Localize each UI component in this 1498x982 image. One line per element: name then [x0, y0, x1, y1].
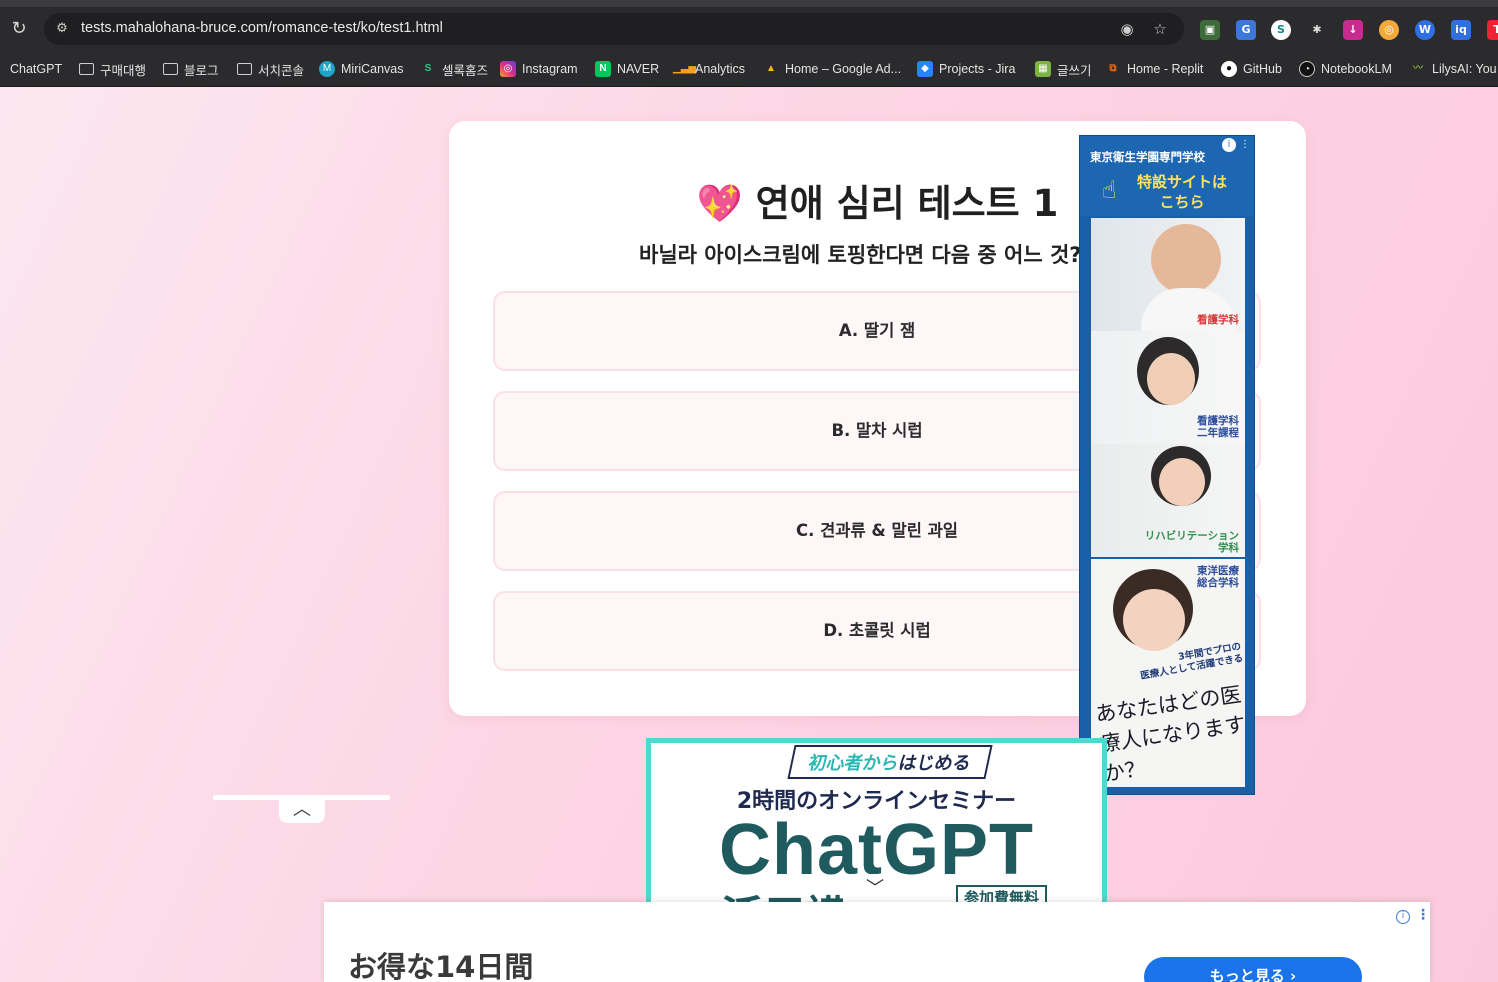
- person-image: [1151, 224, 1221, 294]
- extension-icon-4[interactable]: ✱: [1307, 20, 1327, 40]
- extension-icon-7[interactable]: W: [1415, 20, 1435, 40]
- bookmark-folder[interactable]: 블로그: [163, 60, 219, 78]
- address-bar[interactable]: ⚙ tests.mahalohana-bruce.com/romance-tes…: [44, 13, 1184, 45]
- bookmark-replit[interactable]: ⧉ Home - Replit: [1105, 60, 1203, 78]
- bookmark-chatgpt[interactable]: ChatGPT: [10, 60, 62, 78]
- ad-menu-icon[interactable]: ⋮: [1416, 907, 1430, 923]
- person-image: [1147, 353, 1195, 405]
- ad-photo-panel: 東洋医療 総合学科 3年間でプロの 医療人として活躍できる あなたはどの医療人に…: [1091, 559, 1245, 787]
- naver-icon: N: [595, 61, 611, 77]
- extension-icon-9[interactable]: T: [1487, 20, 1498, 40]
- bookmark-analytics[interactable]: ▁▃▅ Analytics: [673, 60, 745, 78]
- miricanvas-icon: M: [319, 61, 335, 77]
- side-ad[interactable]: i ⋮ 東京衛生学園専門学校 特設サイトは こちら ☝ 看護学科 看護学科 二年…: [1079, 135, 1255, 795]
- bookmark-instagram[interactable]: ◎ Instagram: [500, 60, 578, 78]
- more-button[interactable]: もっと見る ›: [1144, 957, 1362, 982]
- ad-tag: 初心者からはじめる: [787, 745, 993, 779]
- page-content: 💖 연애 심리 테스트 1 바닐라 아이스크림에 토핑한다면 다음 중 어느 것…: [0, 87, 1498, 982]
- extension-icon-3[interactable]: S: [1271, 20, 1291, 40]
- ad-headline: お得な14日間: [348, 950, 534, 982]
- ad-photo-panel: リハビリテーション 学科: [1091, 444, 1245, 557]
- github-icon: ●: [1221, 61, 1237, 77]
- bookmark-sellok[interactable]: S 셀록홈즈: [420, 60, 488, 78]
- bookmark-write[interactable]: ▦ 글쓰기: [1035, 60, 1092, 78]
- bookmark-lilys[interactable]: 〰 LilysAI: You: [1410, 60, 1497, 78]
- sellok-icon: S: [424, 63, 432, 74]
- bookmark-github[interactable]: ● GitHub: [1221, 60, 1282, 78]
- analytics-icon: ▁▃▅: [673, 63, 697, 74]
- reload-icon[interactable]: ↻: [8, 18, 30, 40]
- bottom-ad[interactable]: i ⋮ お得な14日間 もっと見る ›: [324, 902, 1430, 982]
- chevron-up-icon[interactable]: ︿: [279, 799, 325, 823]
- folder-icon: [163, 63, 178, 75]
- write-icon: ▦: [1035, 61, 1051, 77]
- extension-icon-6[interactable]: ◎: [1379, 20, 1399, 40]
- ad-label: 東洋医療 総合学科: [1197, 565, 1239, 589]
- ad-info-icon[interactable]: i: [1222, 138, 1236, 152]
- side-ad-header: i ⋮ 東京衛生学園専門学校 特設サイトは こちら ☝: [1080, 136, 1254, 216]
- ad-label: 看護学科 二年課程: [1197, 415, 1239, 439]
- bookmark-folder[interactable]: 구매대행: [79, 60, 146, 78]
- replit-icon: ⧉: [1109, 63, 1117, 74]
- translate-icon[interactable]: G: [1236, 20, 1256, 40]
- ad-menu-icon[interactable]: ⋮: [1238, 138, 1252, 152]
- ad-label: リハビリテーション 学科: [1144, 530, 1239, 554]
- folder-icon: [237, 63, 252, 75]
- url-text[interactable]: tests.mahalohana-bruce.com/romance-test/…: [81, 20, 443, 36]
- ad-label: 看護学科: [1197, 314, 1239, 326]
- person-image: [1159, 458, 1205, 506]
- sparkling-heart-icon: 💖: [696, 182, 743, 225]
- download-icon[interactable]: ↓: [1343, 20, 1363, 40]
- ad-info-icon[interactable]: i: [1396, 910, 1410, 924]
- eye-icon[interactable]: ◉: [1117, 19, 1137, 39]
- bookmarks-bar: ChatGPT 구매대행 블로그 서치콘솔 M MiriCanvas S 셀록홈즈 …: [0, 51, 1498, 87]
- bookmark-naver[interactable]: N NAVER: [595, 60, 659, 78]
- site-settings-icon[interactable]: ⚙: [54, 21, 70, 37]
- extension-icon-1[interactable]: ▣: [1200, 20, 1220, 40]
- bookmark-notebooklm[interactable]: ◔ NotebookLM: [1299, 60, 1392, 78]
- ad-question: あなたはどの医療人になりますか？: [1093, 682, 1245, 787]
- instagram-icon: ◎: [500, 61, 516, 77]
- lilys-icon: 〰: [1413, 63, 1423, 74]
- ad-photo-panel: 看護学科: [1091, 218, 1245, 331]
- browser-toolbar: ↻ ⚙ tests.mahalohana-bruce.com/romance-t…: [0, 7, 1498, 51]
- google-ads-icon: ▲: [766, 63, 776, 74]
- star-icon[interactable]: ☆: [1150, 19, 1170, 39]
- folder-icon: [79, 63, 94, 75]
- title-text: 연애 심리 테스트 1: [755, 182, 1059, 225]
- bookmark-folder[interactable]: 서치콘솔: [237, 60, 304, 78]
- bookmark-jira[interactable]: ◆ Projects - Jira: [917, 60, 1015, 78]
- ad-cta[interactable]: 特設サイトは こちら: [1120, 172, 1244, 212]
- notebooklm-icon: ◔: [1299, 61, 1315, 77]
- extension-icon-8[interactable]: iq: [1451, 20, 1471, 40]
- person-image: [1123, 589, 1185, 651]
- jira-icon: ◆: [917, 61, 933, 77]
- tab-strip: [0, 0, 1498, 7]
- hand-pointer-icon: ☝: [1102, 176, 1117, 204]
- bookmark-google-ads[interactable]: ▲ Home – Google Ad...: [763, 60, 901, 78]
- ad-school-name: 東京衛生学園専門学校: [1090, 150, 1205, 164]
- bookmark-miricanvas[interactable]: M MiriCanvas: [319, 60, 404, 78]
- ad-photo-panel: 看護学科 二年課程: [1091, 331, 1245, 444]
